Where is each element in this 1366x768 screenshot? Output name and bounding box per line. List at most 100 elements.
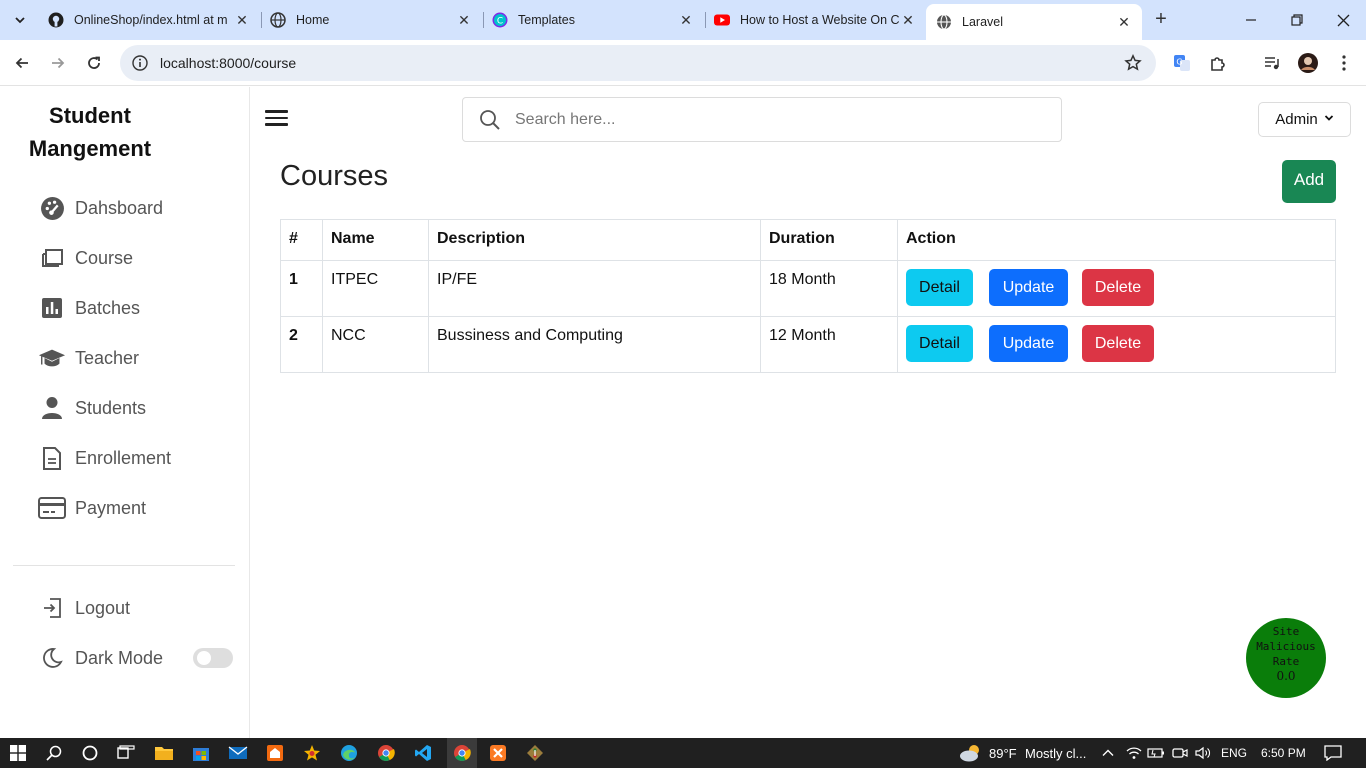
search-input[interactable] [515, 110, 1035, 129]
sidebar-item-label: Students [75, 397, 147, 418]
search-box[interactable] [462, 97, 1062, 142]
chrome-active-icon[interactable] [452, 743, 472, 763]
github-icon [48, 12, 64, 28]
restore-icon[interactable] [1274, 0, 1320, 40]
star-app-icon[interactable] [302, 743, 322, 763]
column-header-name: Name [322, 219, 429, 261]
logout-label: Logout [75, 597, 131, 618]
sidebar-item-course[interactable]: Course [38, 243, 133, 273]
table-header-row: # Name Description Duration Action [280, 219, 1336, 261]
vscode-icon[interactable] [413, 743, 433, 763]
taskbar-search-icon[interactable] [44, 743, 64, 763]
user-icon [38, 395, 66, 421]
profile-avatar-icon[interactable] [1294, 49, 1322, 77]
sidebar-item-payment[interactable]: Payment [38, 493, 146, 523]
office-app-icon[interactable] [265, 743, 285, 763]
sidebar-item-teacher[interactable]: Teacher [38, 343, 139, 373]
delete-button[interactable]: Delete [1082, 325, 1154, 362]
microsoft-store-icon[interactable] [191, 743, 211, 763]
browser-menu-kebab-icon[interactable] [1330, 49, 1358, 77]
forward-arrow-icon[interactable] [44, 49, 72, 77]
url-text[interactable]: localhost:8000/course [160, 55, 296, 71]
logout-icon [38, 595, 66, 621]
volume-speaker-icon[interactable] [1193, 743, 1213, 763]
badge-value: 0.0 [1276, 669, 1296, 683]
column-header-duration: Duration [760, 219, 898, 261]
tab-title: OnlineShop/index.html at m [74, 13, 228, 27]
logout-link[interactable]: Logout [38, 593, 130, 623]
minimize-icon[interactable] [1228, 0, 1274, 40]
sidebar-item-label: Payment [75, 497, 147, 518]
browser-tab-5-active[interactable]: Laravel ✕ [926, 4, 1142, 40]
admin-label: Admin [1275, 111, 1318, 128]
extensions-puzzle-icon[interactable] [1204, 49, 1232, 77]
browser-tab-1[interactable]: OnlineShop/index.html at m ✕ [40, 0, 260, 40]
course-description: IP/FE [428, 260, 761, 317]
task-view-icon[interactable] [116, 743, 136, 763]
update-button[interactable]: Update [989, 325, 1068, 362]
column-header-description: Description [428, 219, 761, 261]
close-tab-icon[interactable]: ✕ [234, 12, 250, 28]
detail-button[interactable]: Detail [906, 325, 973, 362]
close-tab-icon[interactable]: ✕ [1116, 14, 1132, 30]
wifi-icon[interactable] [1124, 743, 1144, 763]
file-explorer-icon[interactable] [154, 743, 174, 763]
site-malicious-rate-badge[interactable]: Site Malicious Rate 0.0 [1246, 618, 1326, 698]
menu-hamburger-icon[interactable] [265, 110, 289, 128]
new-tab-plus-icon[interactable]: + [1150, 8, 1172, 30]
cortana-circle-icon[interactable] [80, 743, 100, 763]
sidebar-item-enrollement[interactable]: Enrollement [38, 443, 171, 473]
chrome-icon[interactable] [376, 743, 396, 763]
close-tab-icon[interactable]: ✕ [900, 12, 916, 28]
edge-browser-icon[interactable] [339, 743, 359, 763]
browser-tab-3[interactable]: C Templates ✕ [484, 0, 704, 40]
course-duration: 18 Month [760, 260, 898, 317]
clock-time[interactable]: 6:50 PM [1261, 746, 1306, 760]
browser-tab-2[interactable]: Home ✕ [262, 0, 482, 40]
badge-line-3: Rate [1272, 655, 1300, 668]
admin-dropdown-button[interactable]: Admin [1258, 102, 1351, 137]
row-actions: Detail Update Delete [897, 260, 1336, 317]
mail-icon[interactable] [228, 743, 248, 763]
sidebar-item-batches[interactable]: Batches [38, 293, 140, 323]
notification-center-icon[interactable] [1323, 743, 1343, 763]
brand-line-1: Student [49, 103, 131, 128]
globe-icon [936, 14, 952, 30]
close-tab-icon[interactable]: ✕ [678, 12, 694, 28]
xampp-icon[interactable] [488, 743, 508, 763]
windows-start-icon[interactable] [8, 743, 28, 763]
weather-temperature: 89°F [989, 746, 1017, 761]
dark-mode-toggle[interactable] [193, 648, 233, 668]
back-arrow-icon[interactable] [8, 49, 36, 77]
detail-button[interactable]: Detail [906, 269, 973, 306]
git-app-icon[interactable] [525, 743, 545, 763]
close-tab-icon[interactable]: ✕ [456, 12, 472, 28]
credit-card-icon [38, 495, 66, 521]
battery-icon[interactable] [1146, 743, 1166, 763]
courses-table: # Name Description Duration Action 1 ITP… [280, 219, 1336, 373]
browser-tab-strip: OnlineShop/index.html at m ✕ Home ✕ C Te… [0, 0, 1366, 40]
document-icon [38, 445, 66, 471]
meet-now-camera-icon[interactable] [1170, 743, 1190, 763]
weather-condition: Mostly cl... [1025, 746, 1087, 761]
site-info-icon[interactable] [132, 55, 148, 71]
bookmark-star-icon[interactable] [1124, 53, 1142, 72]
update-button[interactable]: Update [989, 269, 1068, 306]
address-bar[interactable]: localhost:8000/course [120, 45, 1156, 81]
sidebar-item-students[interactable]: Students [38, 393, 146, 423]
reload-icon[interactable] [80, 49, 108, 77]
delete-button[interactable]: Delete [1082, 269, 1154, 306]
youtube-icon [714, 12, 730, 28]
input-language[interactable]: ENG [1221, 746, 1247, 760]
sidebar-divider [13, 565, 235, 566]
weather-cloud-icon[interactable] [958, 743, 984, 763]
browser-tab-4[interactable]: How to Host a Website On C ✕ [706, 0, 926, 40]
tab-search-chevron-icon[interactable] [8, 8, 32, 32]
sidebar-item-label: Course [75, 247, 134, 268]
add-course-button[interactable]: Add [1282, 160, 1336, 203]
show-hidden-icons-chevron-icon[interactable] [1098, 743, 1118, 763]
media-controls-icon[interactable] [1258, 49, 1286, 77]
close-window-icon[interactable] [1320, 0, 1366, 40]
sidebar-item-dashboard[interactable]: Dahsboard [38, 193, 163, 223]
google-translate-icon[interactable]: G [1168, 49, 1196, 77]
